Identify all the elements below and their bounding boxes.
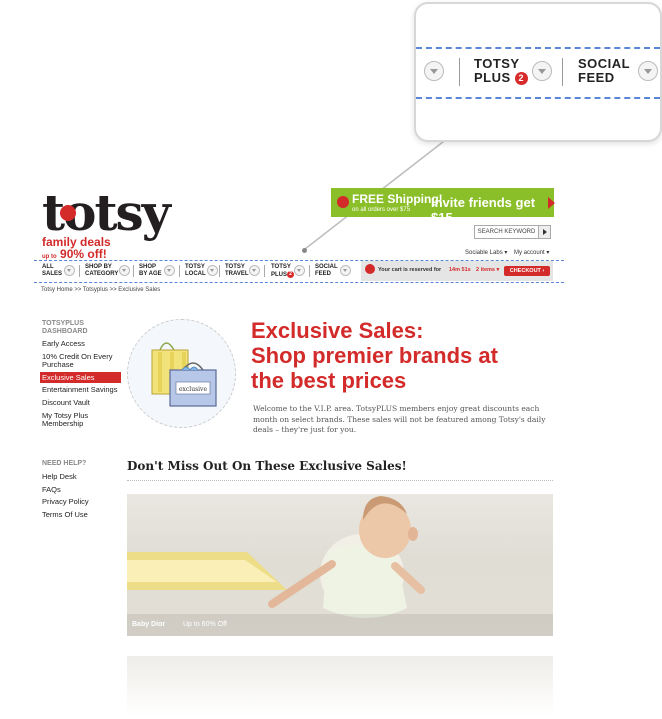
nav-separator <box>264 265 265 277</box>
sidebar-item-exclusive-sales[interactable]: Exclusive Sales <box>42 374 122 382</box>
nav-label: FEED <box>315 271 332 277</box>
zoom-separator <box>562 58 563 86</box>
hero-title-line1: Exclusive Sales: <box>251 318 424 343</box>
tagline-percent-off: 90% off! <box>60 247 107 261</box>
chevron-down-icon[interactable] <box>638 61 658 81</box>
chevron-down-icon[interactable] <box>207 265 218 276</box>
nav-label: LOCAL <box>185 271 206 277</box>
hero-description: Welcome to the V.I.P. area. TotsyPLUS me… <box>253 404 546 434</box>
free-shipping-subtext: on all orders over $75 <box>352 207 411 213</box>
zoom-dash-bottom <box>416 97 660 99</box>
nav-separator <box>179 265 180 277</box>
search-input[interactable]: SEARCH KEYWORD <box>474 225 539 239</box>
free-shipping-text: FREE Shipping! <box>352 192 443 206</box>
nav-separator <box>133 265 134 277</box>
sidebar-item-discount-vault[interactable]: Discount Vault <box>42 399 122 407</box>
nav-label: TRAVEL <box>225 271 249 277</box>
search-submit-button[interactable] <box>538 225 551 239</box>
nav-shop-by-age[interactable]: SHOP BY AGE <box>139 264 162 278</box>
nav-dash-bottom <box>34 282 564 283</box>
hero-illustration: exclusive <box>127 319 236 428</box>
banner-brand: Baby Dior <box>132 621 166 628</box>
chevron-down-icon[interactable] <box>424 61 444 81</box>
zoom-social-feed-line1: SOCIAL <box>578 56 631 71</box>
sidebar-dashboard-title: TOTSYPLUS DASHBOARD <box>42 320 88 335</box>
cart-reserved-text: Your cart is reserved for <box>378 267 442 273</box>
nav-separator <box>79 265 80 277</box>
nav-label: CATEGORY <box>85 271 119 277</box>
cart-icon <box>365 264 375 274</box>
nav-label: SOCIAL <box>315 264 338 270</box>
nav-label: SHOP BY <box>85 264 112 270</box>
sidebar-help-title: NEED HELP? <box>42 460 87 467</box>
chevron-down-icon[interactable] <box>119 265 130 276</box>
sale-banner-baby-dior[interactable] <box>127 494 553 636</box>
zoom-social-feed-line2: FEED <box>578 70 615 85</box>
nav-totsy-local[interactable]: TOTSY LOCAL <box>185 264 206 278</box>
nav-label: PLUS <box>271 272 288 279</box>
sociable-labs-link[interactable]: Sociable Labs ▾ <box>465 249 507 256</box>
zoom-totsy-plus-line1: TOTSY <box>474 56 520 71</box>
shopping-bags-icon: exclusive <box>151 342 217 407</box>
nav-label: TOTSY <box>271 264 291 270</box>
hero-title-line3: the best prices <box>251 368 407 393</box>
zoom-callout: TOTSY PLUS 2 SOCIAL FEED <box>414 2 662 142</box>
nav-shop-by-category[interactable]: SHOP BY CATEGORY <box>85 264 118 278</box>
sidebar-item-faqs[interactable]: FAQs <box>42 486 122 494</box>
chevron-down-icon[interactable] <box>294 265 305 276</box>
nav-totsy-plus[interactable]: TOTSY PLUS 2 <box>271 264 295 279</box>
checkout-button[interactable]: CHECKOUT › <box>504 266 550 276</box>
cart-items-dropdown[interactable]: 2 items ▾ <box>476 267 499 273</box>
ladybug-icon <box>337 196 349 208</box>
sidebar-item-terms[interactable]: Terms Of Use <box>42 511 122 519</box>
banner-discount: Up to 60% Off <box>183 621 227 628</box>
breadcrumb[interactable]: Totsy Home >> Totsyplus >> Exclusive Sal… <box>41 287 160 293</box>
arrow-right-icon <box>548 197 555 209</box>
hero-title-line2: Shop premier brands at <box>251 343 498 368</box>
zoom-marker-dot <box>302 248 307 253</box>
hero-title: Exclusive Sales: Shop premier brands at … <box>251 318 551 393</box>
sidebar-item-help-desk[interactable]: Help Desk <box>42 473 122 481</box>
nav-label: ALL <box>42 264 54 270</box>
count-badge: 2 <box>287 271 295 278</box>
sidebar-item-membership[interactable]: My Totsy Plus Membership <box>42 412 122 428</box>
nav-separator <box>309 265 310 277</box>
nav-label: TOTSY <box>225 264 245 270</box>
sidebar-item-entertainment[interactable]: Entertainment Savings <box>42 386 122 394</box>
banner-reflection <box>127 656 553 716</box>
chevron-down-icon[interactable] <box>532 61 552 81</box>
sidebar-item-early-access[interactable]: Early Access <box>42 340 122 348</box>
chevron-down-icon[interactable] <box>340 265 351 276</box>
nav-label: SHOP <box>139 264 157 270</box>
nav-label: TOTSY <box>185 264 205 270</box>
chevron-down-icon[interactable] <box>64 265 75 276</box>
zoom-totsy-plus[interactable]: TOTSY PLUS 2 <box>474 56 528 86</box>
nav-separator <box>219 265 220 277</box>
zoom-totsy-plus-line2: PLUS <box>474 70 511 85</box>
my-account-link[interactable]: My account ▾ <box>514 249 549 256</box>
promo-banner[interactable]: FREE Shipping! on all orders over $75 In… <box>331 188 555 225</box>
nav-label: BY AGE <box>139 271 162 277</box>
chevron-down-icon[interactable] <box>164 265 175 276</box>
sidebar-item-credit[interactable]: 10% Credit On Every Purchase <box>42 353 122 369</box>
chevron-down-icon[interactable] <box>249 265 260 276</box>
zoom-separator <box>459 58 460 86</box>
count-badge: 2 <box>514 72 528 86</box>
nav-all-sales[interactable]: ALL SALES <box>42 264 62 278</box>
zoom-social-feed[interactable]: SOCIAL FEED <box>578 57 630 85</box>
invite-friends-text: Invite friends get $15 <box>431 195 536 225</box>
nav-social-feed[interactable]: SOCIAL FEED <box>315 264 338 278</box>
nav-label: SALES <box>42 271 63 277</box>
logo-tagline: family deals up to 90% off! <box>42 236 142 263</box>
nav-totsy-travel[interactable]: TOTSY TRAVEL <box>225 264 249 278</box>
bag-label: exclusive <box>179 386 207 393</box>
cart-timer: 14m 51s <box>449 267 471 273</box>
zoom-dash-top <box>416 47 660 49</box>
ladybug-icon <box>60 205 76 221</box>
section-title: Don't Miss Out On These Exclusive Sales! <box>127 459 407 473</box>
section-divider <box>127 480 553 481</box>
sidebar-item-privacy[interactable]: Privacy Policy <box>42 498 122 506</box>
